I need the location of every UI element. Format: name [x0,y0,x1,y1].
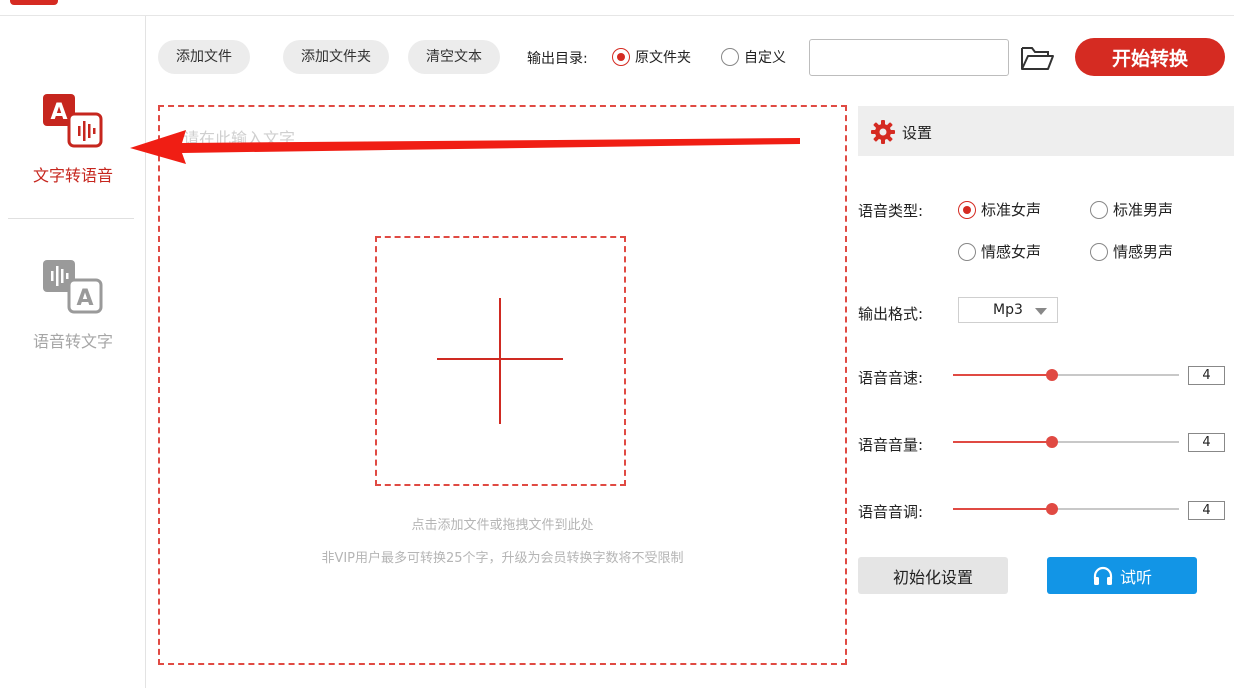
text-placeholder: 请在此输入文字 [183,129,296,148]
output-path-input[interactable] [809,39,1009,76]
slider-knob[interactable] [1046,369,1058,381]
settings-title: 设置 [902,124,933,142]
app-logo [10,0,58,5]
pitch-slider[interactable] [953,502,1179,516]
radio-unchecked-icon [958,242,976,261]
speed-value[interactable]: 4 [1188,366,1225,385]
volume-value[interactable]: 4 [1188,433,1225,452]
voice-standard-female-radio[interactable]: 标准女声 [958,199,1041,220]
output-format-value: Mp3 [993,302,1023,318]
preview-listen-button[interactable]: 试听 [1047,557,1197,594]
chevron-down-icon [1035,308,1047,315]
svg-text:A: A [50,100,67,125]
clear-text-button[interactable]: 清空文本 [408,40,500,74]
radio-checked-icon [612,48,630,66]
output-custom-radio[interactable]: 自定义 [721,47,786,67]
voice-emotional-male-radio[interactable]: 情感男声 [1090,241,1173,262]
voice-emotional-female-radio[interactable]: 情感女声 [958,241,1041,262]
headphones-icon [1093,566,1113,585]
text-to-speech-icon: A [41,88,105,152]
volume-slider[interactable] [953,435,1179,449]
preview-listen-label: 试听 [1119,567,1152,587]
add-folder-button[interactable]: 添加文件夹 [283,40,389,74]
folder-open-icon [1021,47,1054,70]
radio-label: 情感女声 [981,243,1042,261]
output-format-select[interactable]: Mp3 [958,297,1058,323]
radio-checked-icon [958,200,976,219]
reset-settings-button[interactable]: 初始化设置 [858,557,1008,594]
add-file-button[interactable]: 添加文件 [158,40,250,74]
sidebar-item-label: 文字转语音 [32,166,113,185]
plus-icon-vertical [499,298,501,424]
output-dir-label: 输出目录: [527,51,588,67]
open-folder-button[interactable] [1018,42,1056,74]
svg-text:A: A [76,286,93,311]
vip-limit-hint: 非VIP用户最多可转换25个字，升级为会员转换字数将不受限制 [321,551,684,566]
speed-label: 语音音速: [858,369,924,387]
slider-fill [953,374,1052,376]
slider-fill [953,508,1052,510]
radio-unchecked-icon [721,48,739,66]
voice-type-label: 语音类型: [858,202,924,220]
radio-label: 原文件夹 [635,50,691,66]
sidebar: A 文字转语音 A 语音转文字 [0,16,146,688]
sidebar-item-label: 语音转文字 [32,332,113,351]
slider-knob[interactable] [1046,436,1058,448]
speech-to-text-icon: A [41,254,105,318]
volume-label: 语音音量: [858,436,924,454]
pitch-value[interactable]: 4 [1188,501,1225,520]
gear-icon [871,120,895,144]
voice-standard-male-radio[interactable]: 标准男声 [1090,199,1173,220]
output-original-folder-radio[interactable]: 原文件夹 [612,47,691,67]
radio-unchecked-icon [1090,242,1108,261]
title-bar [0,0,1234,16]
radio-unchecked-icon [1090,200,1108,219]
radio-label: 情感男声 [1113,243,1174,261]
radio-label: 自定义 [744,50,786,66]
slider-knob[interactable] [1046,503,1058,515]
start-convert-button[interactable]: 开始转换 [1075,38,1225,76]
output-format-label: 输出格式: [858,305,924,323]
slider-fill [953,441,1052,443]
sidebar-item-speech-to-text[interactable]: A 语音转文字 [0,254,146,352]
radio-label: 标准男声 [1113,201,1174,219]
sidebar-divider [8,218,134,219]
speed-slider[interactable] [953,368,1179,382]
pitch-label: 语音音调: [858,503,924,521]
radio-label: 标准女声 [981,201,1042,219]
sidebar-item-text-to-speech[interactable]: A 文字转语音 [0,88,146,186]
drop-hint: 点击添加文件或拖拽文件到此处 [411,518,594,533]
